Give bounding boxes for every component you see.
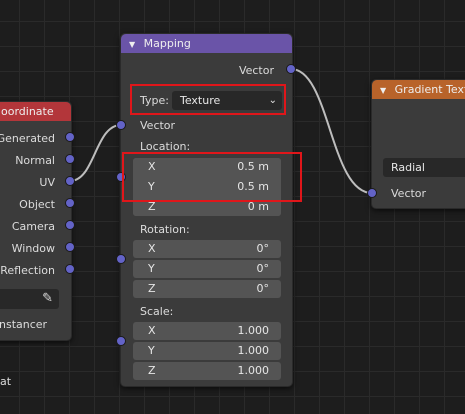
gradient-texture-node[interactable]: ▼ Gradient Textu Radial Vector (371, 79, 465, 209)
gradient-texture-title: Gradient Textu (394, 83, 465, 96)
socket-reflection[interactable] (65, 264, 75, 274)
gradient-type-value: Radial (391, 161, 425, 174)
scale-y-field[interactable]: Y 1.000 (133, 342, 281, 360)
output-reflection-label: Reflection (0, 264, 55, 277)
socket-normal[interactable] (65, 154, 75, 164)
type-highlight-box (130, 84, 286, 115)
texture-coordinate-title: oordinate (1, 105, 54, 118)
scale-x-label: X (148, 324, 156, 337)
socket-rotation[interactable] (116, 254, 126, 264)
output-uv-label: UV (39, 176, 55, 189)
gradient-texture-header[interactable]: ▼ Gradient Textu (372, 80, 465, 99)
output-window-label: Window (11, 242, 55, 255)
gradient-type-dropdown[interactable]: Radial (383, 158, 465, 177)
socket-mapping-output-vector[interactable] (286, 64, 296, 74)
mapping-title: Mapping (143, 37, 191, 50)
from-instancer-label: nstancer (0, 318, 48, 331)
gradient-vector-label: Vector (391, 187, 427, 200)
socket-camera[interactable] (65, 220, 75, 230)
link-uv-to-mapping (69, 124, 122, 182)
mapping-output-vector-label: Vector (238, 64, 274, 77)
scale-y-value: 1.000 (237, 344, 270, 357)
rotation-x-field[interactable]: X 0° (133, 240, 281, 258)
collapse-arrow-icon[interactable]: ▼ (380, 86, 386, 95)
offscreen-node-label: at (0, 375, 12, 388)
rotation-y-field[interactable]: Y 0° (133, 260, 281, 278)
scale-y-label: Y (148, 344, 155, 357)
output-normal-label: Normal (15, 154, 55, 167)
socket-uv[interactable] (65, 176, 75, 186)
scale-label: Scale: (140, 305, 174, 318)
socket-scale[interactable] (116, 336, 126, 346)
rotation-z-label: Z (148, 282, 156, 295)
input-vector-label: Vector (140, 119, 176, 132)
object-picker-field[interactable]: ✎ (0, 289, 59, 309)
output-generated-label: Generated (0, 132, 55, 145)
texture-coordinate-node[interactable]: oordinate Generated Normal UV Object Cam… (0, 101, 72, 341)
scale-x-value: 1.000 (237, 324, 270, 337)
rotation-y-label: Y (148, 262, 155, 275)
texture-coordinate-header[interactable]: oordinate (0, 102, 71, 121)
location-xy-highlight-box (122, 152, 302, 202)
link-mapping-to-gradient (290, 68, 373, 194)
eyedropper-icon[interactable]: ✎ (42, 290, 53, 308)
rotation-z-value: 0° (256, 282, 270, 295)
rotation-z-field[interactable]: Z 0° (133, 280, 281, 298)
rotation-x-value: 0° (256, 242, 270, 255)
output-camera-label: Camera (11, 220, 55, 233)
scale-x-field[interactable]: X 1.000 (133, 322, 281, 340)
scale-z-field[interactable]: Z 1.000 (133, 362, 281, 380)
rotation-y-value: 0° (256, 262, 270, 275)
socket-gradient-input-vector[interactable] (367, 188, 377, 198)
scale-z-label: Z (148, 364, 156, 377)
socket-generated[interactable] (65, 132, 75, 142)
rotation-label: Rotation: (140, 223, 190, 236)
socket-mapping-input-vector[interactable] (116, 120, 126, 130)
socket-window[interactable] (65, 242, 75, 252)
collapse-arrow-icon[interactable]: ▼ (129, 40, 135, 49)
rotation-x-label: X (148, 242, 156, 255)
output-object-label: Object (19, 198, 55, 211)
scale-z-value: 1.000 (237, 364, 270, 377)
mapping-header[interactable]: ▼ Mapping (121, 34, 292, 53)
socket-object[interactable] (65, 198, 75, 208)
